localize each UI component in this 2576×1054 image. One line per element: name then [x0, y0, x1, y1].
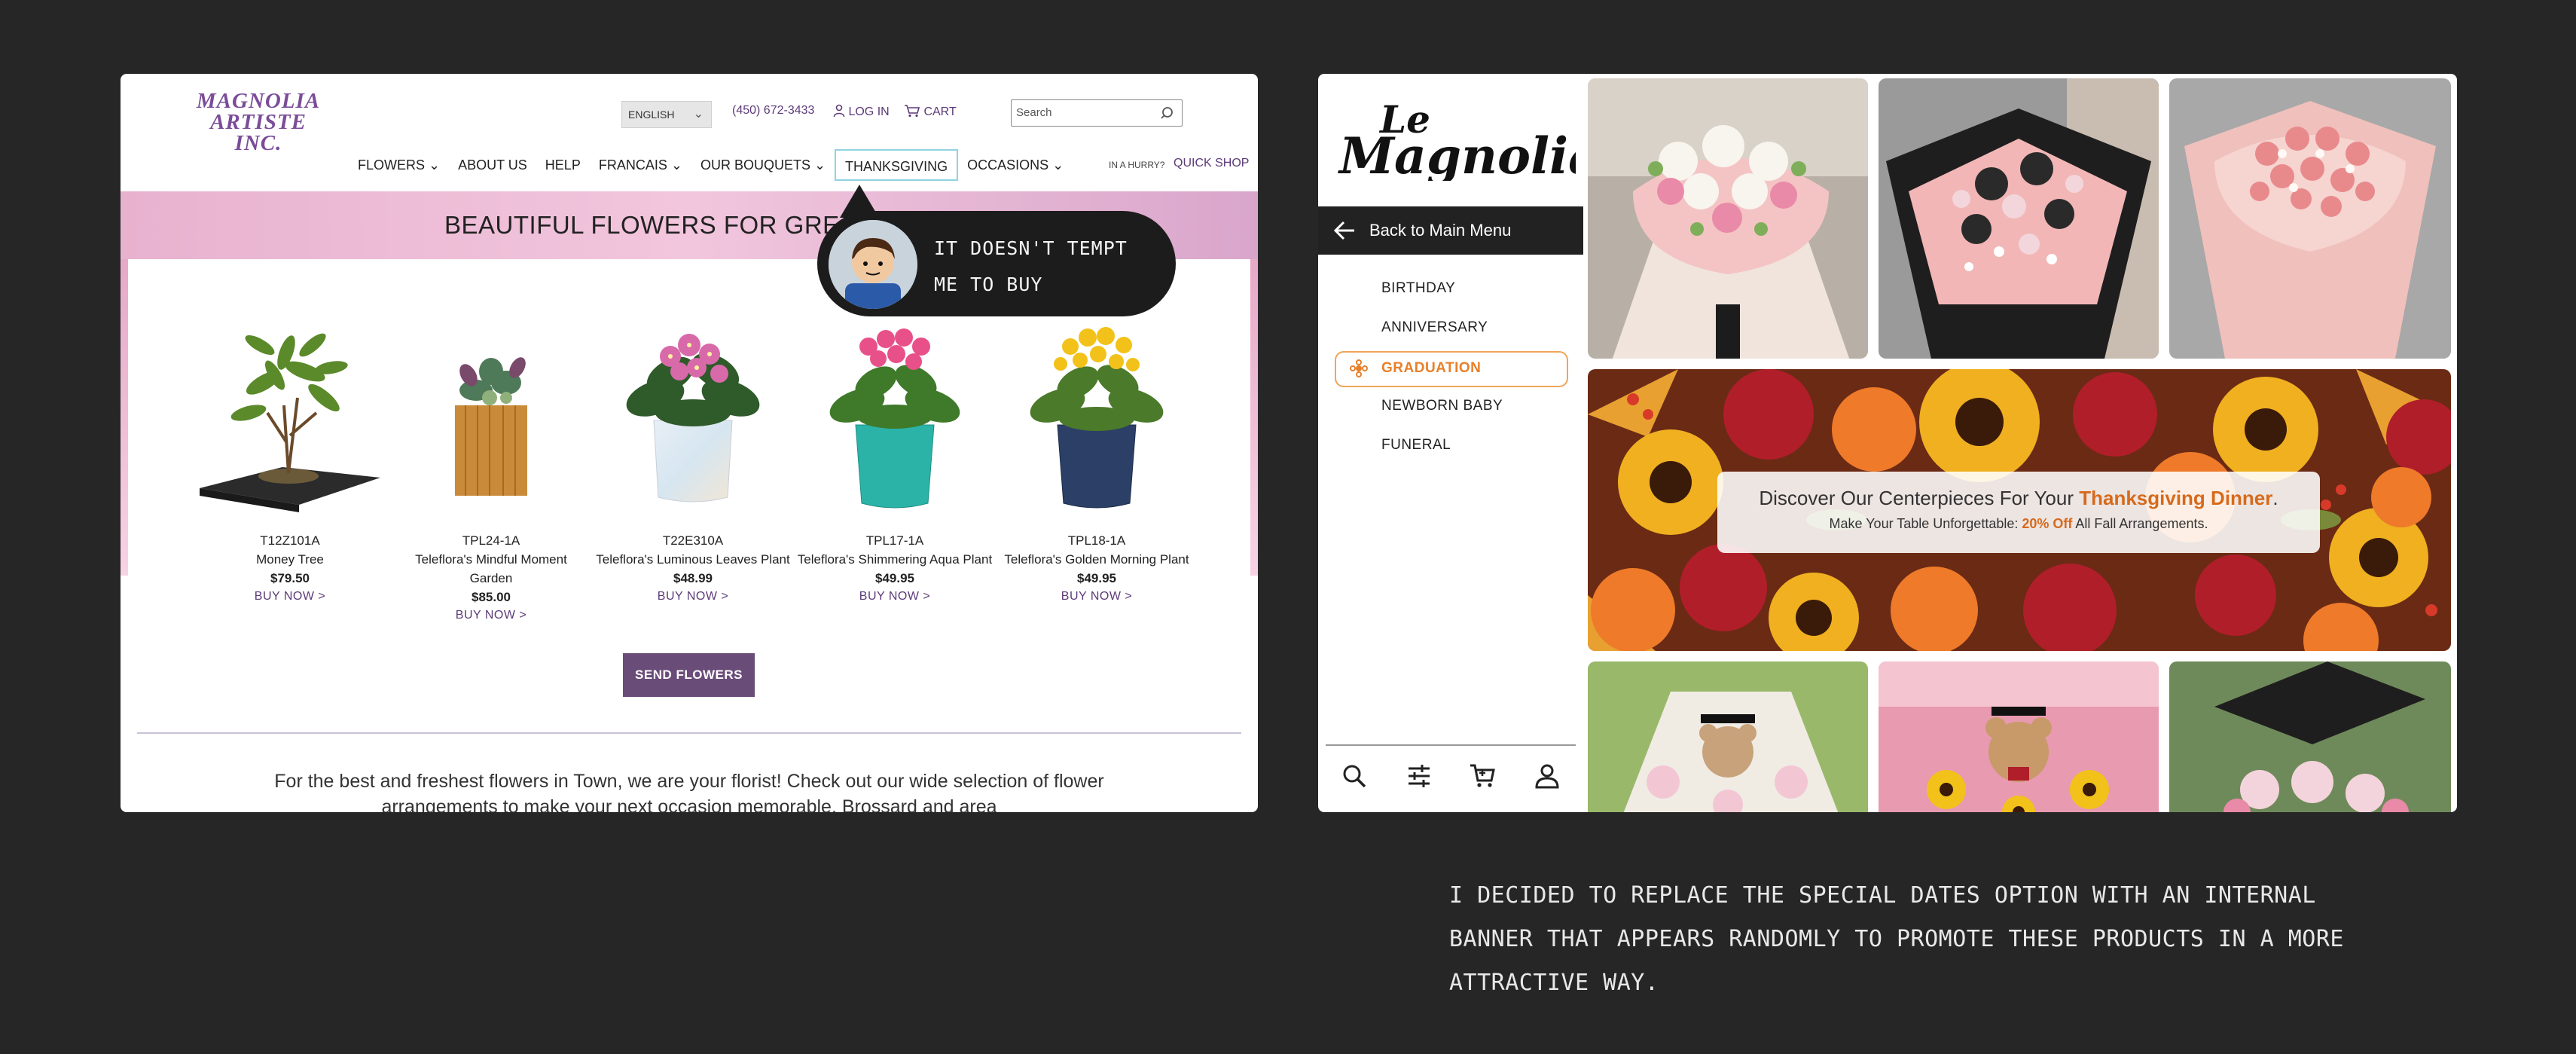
buy-now-link[interactable]: BUY NOW >	[393, 606, 589, 625]
back-to-main-menu[interactable]: Back to Main Menu	[1318, 206, 1583, 255]
nav-our-bouquets[interactable]: OUR BOUQUETS ⌄	[691, 149, 835, 181]
graduation-bouquet-tile[interactable]	[1588, 661, 1868, 812]
cart-icon	[905, 105, 920, 118]
le-magnolia-logo[interactable]: Le Magnolia	[1335, 90, 1601, 185]
hurry-label: IN A HURRY?	[1109, 160, 1165, 170]
language-select[interactable]: ENGLISH ⌄	[621, 101, 712, 128]
menu-item-birthday[interactable]: BIRTHDAY	[1381, 280, 1455, 297]
designer-note: I DECIDED TO REPLACE THE SPECIAL DATES O…	[1449, 882, 2344, 996]
side-decoration-left	[121, 259, 128, 576]
buy-now-link[interactable]: BUY NOW >	[192, 588, 388, 606]
nav-help[interactable]: HELP	[536, 149, 590, 181]
speech-bubble-text: IT DOESN'T TEMPT ME TO BUY	[934, 237, 1128, 295]
svg-text:Magnolia: Magnolia	[1338, 127, 1576, 181]
side-decoration-right	[1250, 259, 1258, 576]
search-icon[interactable]	[1341, 762, 1368, 790]
main-nav: FLOWERS ⌄ ABOUT US HELP FRANCAIS ⌄ OUR B…	[349, 148, 1073, 182]
shimmering-aqua-image[interactable]	[797, 292, 993, 526]
promo-headline: Discover Our Centerpieces For Your Thank…	[1759, 487, 2278, 509]
user-icon[interactable]	[1534, 762, 1561, 790]
phone-link[interactable]: (450) 672-3433	[732, 104, 814, 118]
graduation-bouquet-tile[interactable]	[1879, 661, 2159, 812]
arrow-left-icon	[1333, 221, 1354, 240]
bouquet-tile[interactable]	[1879, 78, 2159, 359]
nav-occasions[interactable]: OCCASIONS ⌄	[958, 149, 1073, 181]
graduation-bouquet-tile[interactable]	[2169, 661, 2451, 812]
bouquet-tile[interactable]	[1588, 78, 1868, 359]
search-icon[interactable]	[1161, 105, 1176, 121]
product-card[interactable]: TPL17-1A Teleflora's Shimmering Aqua Pla…	[797, 292, 993, 606]
promo-subtext: Make Your Table Unforgettable: 20% Off A…	[1829, 516, 2208, 531]
flower-icon	[1350, 359, 1368, 377]
divider	[137, 732, 1241, 734]
bouquet-tile[interactable]	[2169, 78, 2451, 359]
old-site-panel: MAGNOLIA ARTISTE INC. ENGLISH ⌄ (450) 67…	[121, 74, 1258, 812]
cart-link[interactable]: CART	[904, 104, 957, 119]
magnolia-artiste-logo[interactable]: MAGNOLIA ARTISTE INC.	[187, 90, 330, 154]
luminous-leaves-image[interactable]	[595, 292, 791, 526]
user-avatar	[829, 220, 917, 309]
product-card[interactable]: TPL18-1A Teleflora's Golden Morning Plan…	[999, 292, 1195, 606]
cart-icon[interactable]	[1469, 762, 1496, 790]
menu-item-funeral[interactable]: FUNERAL	[1381, 437, 1451, 454]
filter-sliders-icon[interactable]	[1406, 762, 1433, 790]
footer-paragraph: For the best and freshest flowers in Tow…	[274, 771, 1104, 812]
menu-item-newborn-baby[interactable]: NEWBORN BABY	[1381, 398, 1503, 414]
golden-morning-image[interactable]	[999, 292, 1195, 526]
nav-flowers[interactable]: FLOWERS ⌄	[349, 149, 449, 181]
buy-now-link[interactable]: BUY NOW >	[999, 588, 1195, 606]
mindful-garden-image[interactable]	[393, 292, 589, 526]
nav-about-us[interactable]: ABOUT US	[449, 149, 536, 181]
product-card[interactable]: T12Z101A Money Tree $79.50 BUY NOW >	[192, 292, 388, 606]
buy-now-link[interactable]: BUY NOW >	[595, 588, 791, 606]
menu-item-graduation-label: GRADUATION	[1381, 360, 1482, 376]
product-card[interactable]: TPL24-1A Teleflora's Mindful Moment Gard…	[393, 292, 589, 625]
quick-shop-link[interactable]: QUICK SHOP	[1174, 157, 1249, 170]
send-flowers-button[interactable]: SEND FLOWERS	[623, 653, 755, 697]
chevron-down-icon: ⌄	[693, 108, 704, 121]
product-card[interactable]: T22E310A Teleflora's Luminous Leaves Pla…	[595, 292, 791, 606]
menu-item-anniversary[interactable]: ANNIVERSARY	[1381, 319, 1488, 336]
login-link[interactable]: LOG IN	[833, 104, 890, 119]
nav-francais[interactable]: FRANCAIS ⌄	[590, 149, 691, 181]
new-site-panel: Le Magnolia Back to Main Menu BIRTHDAY A…	[1318, 74, 2457, 812]
nav-thanksgiving[interactable]: THANKSGIVING	[835, 149, 959, 181]
money-tree-image[interactable]	[192, 292, 388, 526]
user-icon	[833, 104, 845, 118]
bottom-bar-divider	[1326, 744, 1576, 746]
buy-now-link[interactable]: BUY NOW >	[797, 588, 993, 606]
search-input[interactable]: Search	[1011, 99, 1183, 127]
promo-message-box[interactable]: Discover Our Centerpieces For Your Thank…	[1717, 472, 2320, 553]
